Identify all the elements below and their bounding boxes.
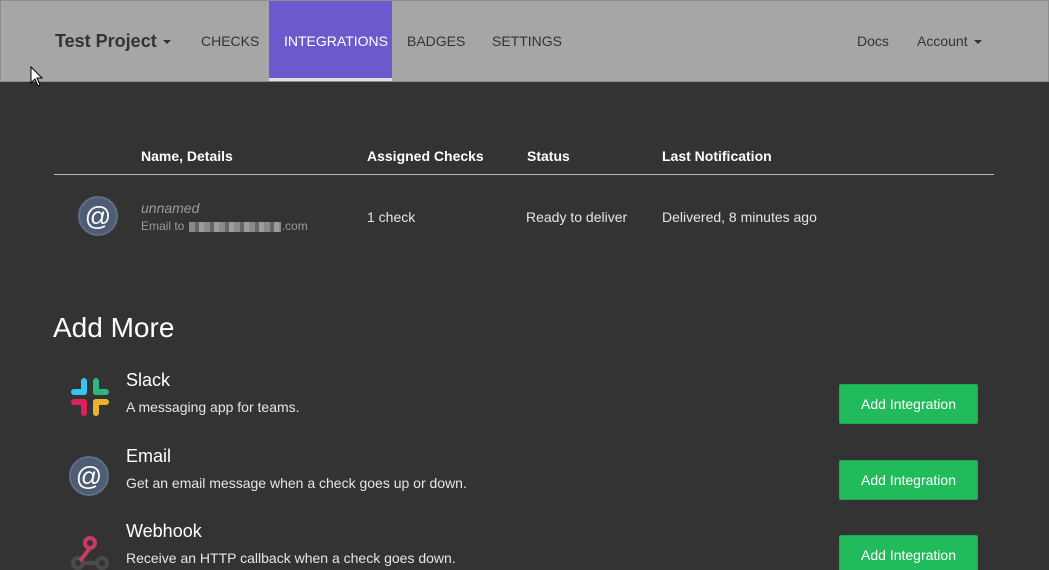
nav-badges[interactable]: BADGES (392, 1, 480, 81)
last-notification: Delivered, 8 minutes ago (662, 209, 817, 225)
nav-integrations[interactable]: INTEGRATIONS (269, 1, 392, 81)
slack-icon (71, 378, 109, 416)
nav-account[interactable]: Account (902, 1, 997, 81)
project-switcher[interactable]: Test Project (55, 31, 171, 52)
header-name-details: Name, Details (141, 148, 233, 164)
assigned-checks-link[interactable]: 1 check (367, 209, 415, 225)
table-row: @ unnamed Email to .com 1 check Ready to… (54, 175, 994, 255)
add-slack-button[interactable]: Add Integration (839, 384, 978, 424)
integration-description: A messaging app for teams. (126, 399, 300, 415)
integration-title: Webhook (126, 521, 202, 541)
top-navbar: Test Project CHECKS INTEGRATIONS BADGES … (0, 0, 1049, 82)
integration-title: Email (126, 446, 172, 466)
integration-slack: Slack A messaging app for teams. Add Int… (54, 370, 994, 440)
header-status: Status (527, 148, 570, 164)
project-name: Test Project (55, 31, 157, 51)
channel-status: Ready to deliver (526, 209, 628, 225)
caret-down-icon (973, 40, 982, 45)
nav-docs[interactable]: Docs (842, 1, 904, 81)
caret-down-icon (162, 40, 171, 45)
header-assigned-checks: Assigned Checks (367, 148, 484, 164)
header-last-notification: Last Notification (662, 148, 772, 164)
nav-settings[interactable]: SETTINGS (477, 1, 577, 81)
integration-description: Get an email message when a check goes u… (126, 475, 467, 491)
email-at-icon: @ (78, 196, 118, 236)
nav-checks[interactable]: CHECKS (186, 1, 274, 81)
integration-webhook: Webhook Receive an HTTP callback when a … (54, 521, 994, 570)
mouse-cursor-icon (30, 66, 44, 87)
add-webhook-button[interactable]: Add Integration (839, 535, 978, 570)
channel-name[interactable]: unnamed (141, 200, 199, 216)
redacted-text (188, 221, 281, 232)
add-more-heading: Add More (53, 312, 175, 343)
integration-email: @ Email Get an email message when a chec… (54, 446, 994, 516)
integration-description: Receive an HTTP callback when a check go… (126, 550, 456, 566)
webhook-icon (71, 536, 109, 570)
add-email-button[interactable]: Add Integration (839, 460, 978, 500)
email-at-icon: @ (69, 456, 109, 496)
integration-title: Slack (126, 370, 171, 390)
channel-detail: Email to .com (141, 219, 308, 233)
